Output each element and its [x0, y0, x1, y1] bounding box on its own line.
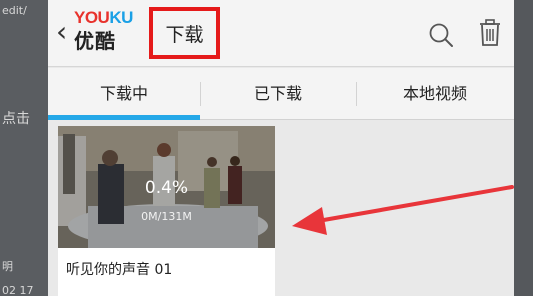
title-highlight-box: 下载 — [149, 7, 220, 59]
video-thumbnail: 0.4% 0M/131M — [58, 126, 275, 248]
active-tab-indicator — [48, 115, 200, 120]
youku-app: ‹ YOUKU 优酷 下载 下载中 已下载 本地视频 0.4% 0M/131M … — [48, 0, 514, 296]
search-icon[interactable] — [428, 22, 454, 48]
background-text: edit/ — [2, 4, 27, 17]
tab-downloaded[interactable]: 已下载 — [200, 68, 356, 120]
download-progress-text: 0.4% — [144, 178, 189, 198]
page-title: 下载 — [165, 24, 204, 46]
tab-local-videos[interactable]: 本地视频 — [356, 68, 514, 120]
youku-logo: YOUKU 优酷 — [74, 8, 146, 58]
back-icon[interactable]: ‹ — [56, 18, 67, 46]
tab-bar: 下载中 已下载 本地视频 — [48, 68, 514, 120]
download-size-text: 0M/131M — [141, 210, 192, 223]
app-header: ‹ YOUKU 优酷 下载 — [48, 0, 514, 67]
background-text: 02 17 — [2, 284, 34, 296]
background-page: edit/ 点击 明 02 17 — [0, 0, 50, 296]
background-page-right — [511, 0, 533, 296]
trash-icon[interactable] — [478, 19, 502, 47]
background-text: 明 — [2, 260, 13, 273]
screenshot: edit/ 点击 明 02 17 ‹ YOUKU 优酷 下载 下载中 已下载 本… — [0, 0, 533, 296]
video-title: 听见你的声音 01 — [66, 262, 173, 278]
tab-downloading[interactable]: 下载中 — [48, 68, 200, 120]
background-text: 点击 — [2, 111, 30, 127]
download-item-card[interactable]: 0.4% 0M/131M 听见你的声音 01 — [58, 126, 275, 296]
logo-cn-text: 优酷 — [74, 29, 116, 53]
